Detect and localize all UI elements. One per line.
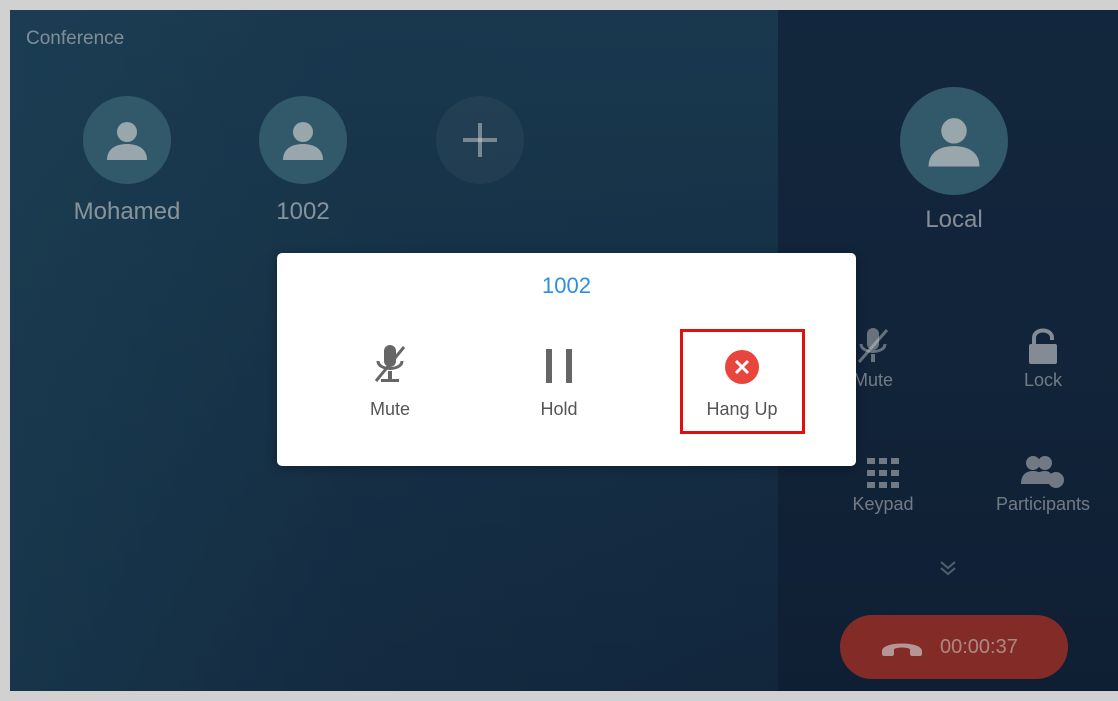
dialog-mute-label: Mute	[369, 399, 411, 419]
mute-mic-icon	[374, 345, 406, 382]
hangup-highlight-box	[680, 329, 805, 434]
dialog-hold-label: Hold	[540, 399, 578, 419]
dialog-title: 1002	[542, 273, 591, 298]
dialog-mute-button[interactable]: Mute	[330, 345, 450, 420]
dialog-hold-button[interactable]: Hold	[499, 345, 619, 420]
pause-icon	[546, 349, 572, 383]
